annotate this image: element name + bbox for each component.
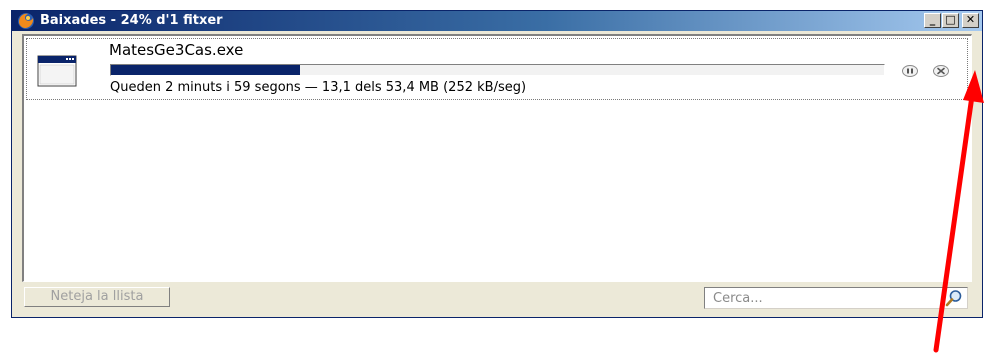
search-input[interactable] bbox=[705, 288, 947, 308]
downloads-list[interactable]: MatesGe3Cas.exe Queden 2 minuts i 59 seg… bbox=[22, 34, 972, 282]
download-item[interactable]: MatesGe3Cas.exe Queden 2 minuts i 59 seg… bbox=[26, 38, 968, 100]
firefox-icon bbox=[18, 13, 34, 29]
download-progress-fill bbox=[111, 65, 301, 75]
minimize-button[interactable]: _ bbox=[924, 13, 941, 28]
close-button[interactable]: ✕ bbox=[962, 13, 979, 28]
search-icon[interactable] bbox=[945, 289, 963, 307]
pause-icon[interactable] bbox=[901, 64, 919, 78]
clear-list-button[interactable]: Neteja la llista bbox=[24, 287, 170, 307]
window-title: Baixades - 24% d'1 fitxer bbox=[40, 13, 223, 28]
screenshot-stage: Baixades - 24% d'1 fitxer _ □ ✕ MatesGe3… bbox=[0, 0, 987, 356]
cancel-icon[interactable] bbox=[932, 64, 950, 78]
download-progress-bar bbox=[110, 64, 885, 76]
executable-window-icon bbox=[37, 55, 77, 87]
title-bar[interactable]: Baixades - 24% d'1 fitxer _ □ ✕ bbox=[12, 11, 982, 31]
search-box[interactable] bbox=[704, 287, 968, 309]
downloads-window: Baixades - 24% d'1 fitxer _ □ ✕ MatesGe3… bbox=[11, 10, 983, 318]
download-file-name: MatesGe3Cas.exe bbox=[109, 41, 244, 59]
download-status: Queden 2 minuts i 59 segons — 13,1 dels … bbox=[110, 80, 527, 95]
maximize-button[interactable]: □ bbox=[942, 13, 959, 28]
